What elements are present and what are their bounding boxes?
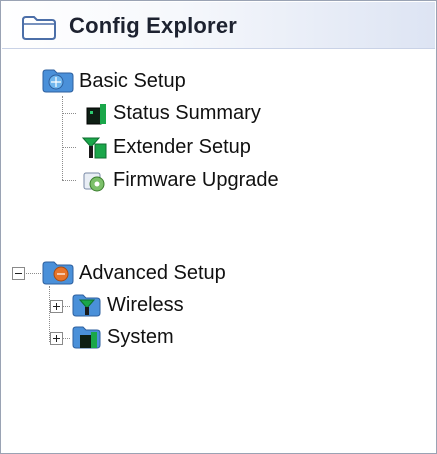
tree-node-label: Advanced Setup <box>79 261 226 284</box>
tree-node-label: Basic Setup <box>79 69 186 92</box>
tree-node-label: Extender Setup <box>113 135 251 158</box>
collapse-toggle-advanced-setup[interactable] <box>12 267 25 280</box>
expand-toggle-system[interactable] <box>50 332 63 345</box>
tree-node-firmware-upgrade[interactable]: Firmware Upgrade <box>77 167 279 193</box>
tree-node-system[interactable]: System <box>71 324 174 350</box>
tree-node-extender-setup[interactable]: Extender Setup <box>77 134 251 160</box>
system-folder-icon <box>72 326 101 349</box>
status-device-icon <box>86 104 106 125</box>
tree-node-status-summary[interactable]: Status Summary <box>77 100 261 126</box>
tree-node-basic-setup[interactable]: Basic Setup <box>41 68 186 94</box>
wireless-folder-icon <box>72 294 101 317</box>
network-folder-icon <box>42 261 74 285</box>
tree-node-wireless[interactable]: Wireless <box>71 292 184 318</box>
tree-node-label: Status Summary <box>113 101 261 124</box>
config-explorer-panel: Config Explorer Basic Setup Status Summa… <box>0 0 437 454</box>
network-folder-icon <box>42 69 74 93</box>
config-tree: Basic Setup Status Summary Extender Setu… <box>1 1 436 453</box>
tree-node-label: System <box>107 325 174 348</box>
tree-node-label: Wireless <box>107 293 184 316</box>
tree-node-label: Firmware Upgrade <box>113 168 279 191</box>
extender-antenna-icon <box>81 137 107 159</box>
tree-node-advanced-setup[interactable]: Advanced Setup <box>41 260 226 286</box>
expand-toggle-wireless[interactable] <box>50 300 63 313</box>
firmware-disc-icon <box>83 172 105 192</box>
